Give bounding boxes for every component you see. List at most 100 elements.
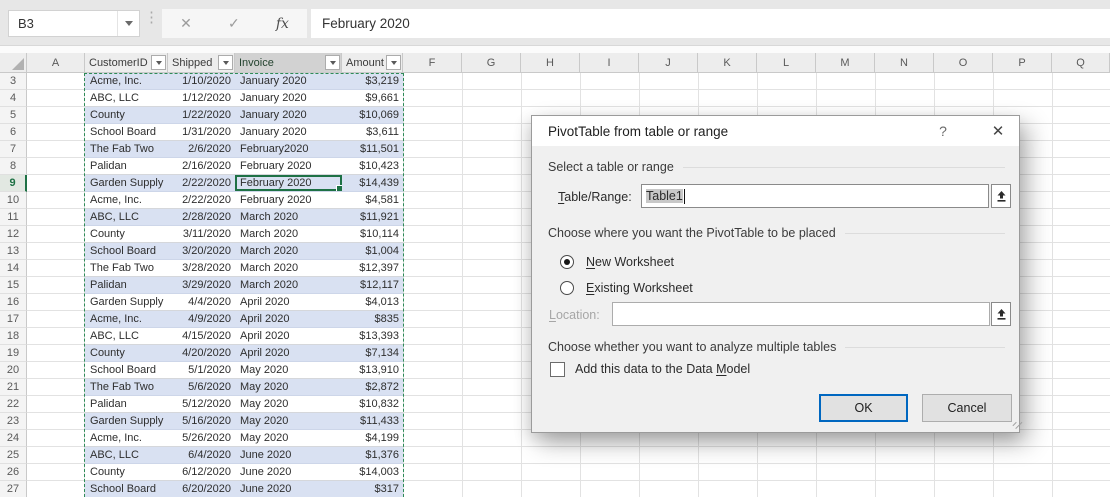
column-header-i[interactable]: I bbox=[580, 53, 639, 72]
ok-button[interactable]: OK bbox=[819, 394, 908, 422]
cell-shipped[interactable]: 3/28/2020 bbox=[168, 260, 235, 277]
cell-invoice[interactable]: April 2020 bbox=[235, 294, 342, 311]
cell-amount[interactable]: $14,003 bbox=[342, 464, 403, 481]
cell-shipped[interactable]: 6/20/2020 bbox=[168, 481, 235, 497]
cell-shipped[interactable]: 4/9/2020 bbox=[168, 311, 235, 328]
cell-customer[interactable]: Acme, Inc. bbox=[85, 311, 168, 328]
row-header-12[interactable]: 12 bbox=[0, 226, 27, 243]
column-header-h[interactable]: H bbox=[521, 53, 580, 72]
column-header-a[interactable]: A bbox=[27, 53, 85, 72]
filter-button-shipped[interactable] bbox=[218, 55, 233, 70]
cell-amount[interactable]: $7,134 bbox=[342, 345, 403, 362]
cell-invoice[interactable]: January 2020 bbox=[235, 107, 342, 124]
cell-shipped[interactable]: 1/10/2020 bbox=[168, 73, 235, 90]
cell-customer[interactable]: School Board bbox=[85, 481, 168, 497]
cell-invoice[interactable]: May 2020 bbox=[235, 413, 342, 430]
cell-customer[interactable]: Palidan bbox=[85, 277, 168, 294]
cell-shipped[interactable]: 2/28/2020 bbox=[168, 209, 235, 226]
cell-customer[interactable]: Palidan bbox=[85, 158, 168, 175]
column-header-j[interactable]: J bbox=[639, 53, 698, 72]
cell-customer[interactable]: Acme, Inc. bbox=[85, 430, 168, 447]
cell-customer[interactable]: Acme, Inc. bbox=[85, 192, 168, 209]
cell-invoice[interactable]: February2020 bbox=[235, 141, 342, 158]
column-header-n[interactable]: N bbox=[875, 53, 934, 72]
cell-invoice[interactable]: April 2020 bbox=[235, 345, 342, 362]
cell-invoice[interactable]: March 2020 bbox=[235, 277, 342, 294]
cell-customer[interactable]: Acme, Inc. bbox=[85, 73, 168, 90]
row-header-25[interactable]: 25 bbox=[0, 447, 27, 464]
column-header-m[interactable]: M bbox=[816, 53, 875, 72]
resize-grip[interactable] bbox=[1006, 419, 1016, 429]
cell-invoice[interactable]: April 2020 bbox=[235, 311, 342, 328]
filter-button-customerid[interactable] bbox=[151, 55, 166, 70]
cell-invoice[interactable]: June 2020 bbox=[235, 481, 342, 497]
cell-customer[interactable]: Garden Supply bbox=[85, 413, 168, 430]
cell-customer[interactable]: The Fab Two bbox=[85, 260, 168, 277]
cell-amount[interactable]: $10,114 bbox=[342, 226, 403, 243]
data-model-checkbox-label[interactable]: Add this data to the Data Model bbox=[575, 362, 750, 376]
cell-shipped[interactable]: 1/31/2020 bbox=[168, 124, 235, 141]
name-box[interactable]: B3 bbox=[8, 10, 140, 37]
cell-customer[interactable]: School Board bbox=[85, 243, 168, 260]
cell-invoice[interactable]: March 2020 bbox=[235, 209, 342, 226]
cell-shipped[interactable]: 5/26/2020 bbox=[168, 430, 235, 447]
cell-amount[interactable]: $12,117 bbox=[342, 277, 403, 294]
radio-new-worksheet-label[interactable]: New Worksheet bbox=[586, 255, 674, 269]
cell-invoice[interactable]: March 2020 bbox=[235, 226, 342, 243]
row-header-19[interactable]: 19 bbox=[0, 345, 27, 362]
row-header-7[interactable]: 7 bbox=[0, 141, 27, 158]
cell-amount[interactable]: $4,199 bbox=[342, 430, 403, 447]
cell-customer[interactable]: School Board bbox=[85, 362, 168, 379]
row-header-5[interactable]: 5 bbox=[0, 107, 27, 124]
cell-customer[interactable]: ABC, LLC bbox=[85, 90, 168, 107]
row-header-21[interactable]: 21 bbox=[0, 379, 27, 396]
cell-amount[interactable]: $14,439 bbox=[342, 175, 403, 192]
cell-amount[interactable]: $1,376 bbox=[342, 447, 403, 464]
column-header-invoice[interactable]: Invoice bbox=[235, 53, 342, 72]
cell-amount[interactable]: $3,611 bbox=[342, 124, 403, 141]
cell-invoice[interactable]: June 2020 bbox=[235, 464, 342, 481]
column-header-l[interactable]: L bbox=[757, 53, 816, 72]
row-header-23[interactable]: 23 bbox=[0, 413, 27, 430]
cell-amount[interactable]: $10,423 bbox=[342, 158, 403, 175]
cell-customer[interactable]: County bbox=[85, 345, 168, 362]
enter-entry-icon[interactable]: ✓ bbox=[228, 15, 240, 32]
cell-customer[interactable]: The Fab Two bbox=[85, 141, 168, 158]
cell-customer[interactable]: County bbox=[85, 464, 168, 481]
cell-customer[interactable]: County bbox=[85, 107, 168, 124]
close-icon[interactable]: ✕ bbox=[980, 116, 1016, 146]
insert-function-icon[interactable]: fx bbox=[276, 16, 289, 32]
filter-button-invoice[interactable] bbox=[325, 55, 340, 70]
cell-amount[interactable]: $12,397 bbox=[342, 260, 403, 277]
row-header-9[interactable]: 9 bbox=[0, 175, 27, 192]
column-header-f[interactable]: F bbox=[403, 53, 462, 72]
cell-invoice[interactable]: February 2020 bbox=[235, 158, 342, 175]
cell-amount[interactable]: $13,393 bbox=[342, 328, 403, 345]
row-header-15[interactable]: 15 bbox=[0, 277, 27, 294]
cell-customer[interactable]: Palidan bbox=[85, 396, 168, 413]
cell-amount[interactable]: $835 bbox=[342, 311, 403, 328]
row-header-17[interactable]: 17 bbox=[0, 311, 27, 328]
row-header-24[interactable]: 24 bbox=[0, 430, 27, 447]
column-header-q[interactable]: Q bbox=[1052, 53, 1110, 72]
help-icon[interactable]: ? bbox=[927, 116, 959, 146]
row-header-18[interactable]: 18 bbox=[0, 328, 27, 345]
column-header-amount[interactable]: Amount bbox=[342, 53, 403, 72]
name-box-dropdown[interactable] bbox=[117, 11, 139, 36]
formula-bar-handle[interactable]: ⋮ bbox=[144, 12, 159, 23]
row-header-22[interactable]: 22 bbox=[0, 396, 27, 413]
cell-customer[interactable]: School Board bbox=[85, 124, 168, 141]
row-header-3[interactable]: 3 bbox=[0, 73, 27, 90]
row-header-26[interactable]: 26 bbox=[0, 464, 27, 481]
selected-cell-invoice[interactable]: February 2020 bbox=[235, 175, 342, 192]
cell-customer[interactable]: County bbox=[85, 226, 168, 243]
column-header-g[interactable]: G bbox=[462, 53, 521, 72]
cell-shipped[interactable]: 2/6/2020 bbox=[168, 141, 235, 158]
cell-amount[interactable]: $2,872 bbox=[342, 379, 403, 396]
cell-amount[interactable]: $3,219 bbox=[342, 73, 403, 90]
cell-amount[interactable]: $11,921 bbox=[342, 209, 403, 226]
table-range-input[interactable]: Table1 bbox=[641, 184, 989, 208]
cell-shipped[interactable]: 6/12/2020 bbox=[168, 464, 235, 481]
cell-customer[interactable]: ABC, LLC bbox=[85, 328, 168, 345]
cell-shipped[interactable]: 5/12/2020 bbox=[168, 396, 235, 413]
